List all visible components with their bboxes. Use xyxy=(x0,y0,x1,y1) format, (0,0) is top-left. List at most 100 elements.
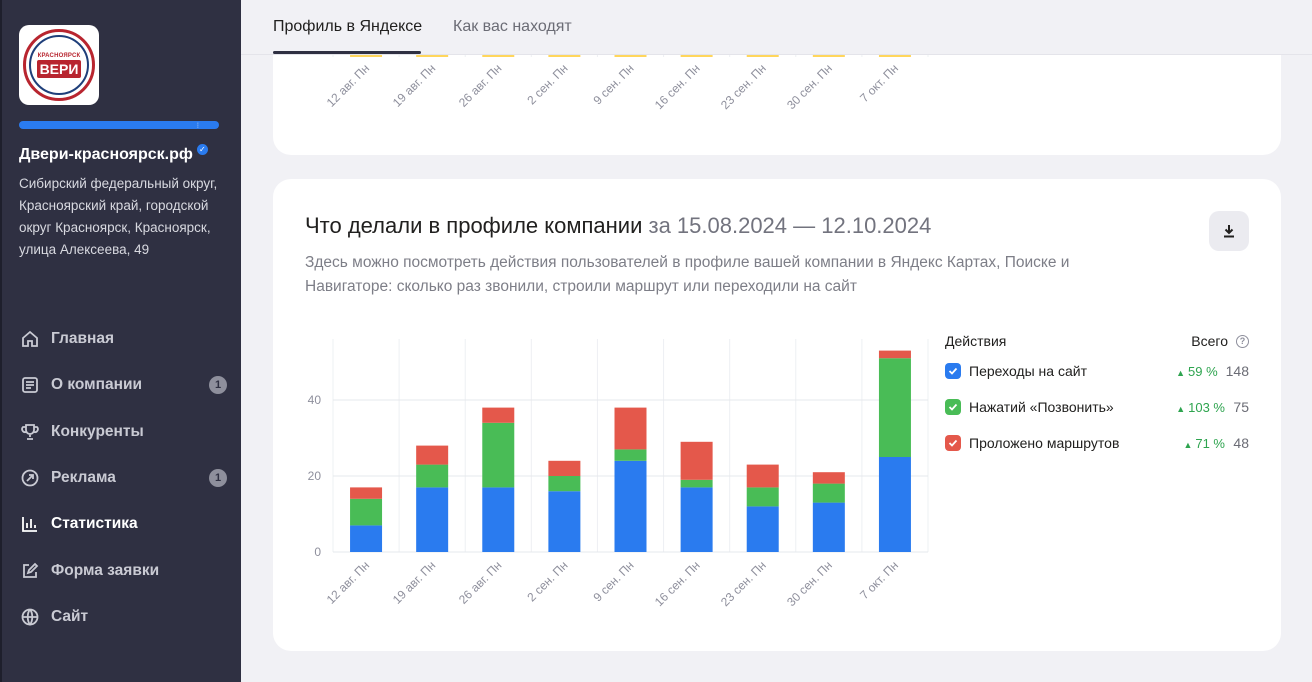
bar-segment[interactable] xyxy=(350,525,383,552)
notification-badge: 1 xyxy=(209,376,227,395)
legend-label: Переходы на сайт xyxy=(969,363,1087,379)
legend-col-total-wrap: Всего ? xyxy=(1191,333,1249,349)
bar-segment[interactable] xyxy=(482,422,515,488)
sidebar-item-request-form[interactable]: Форма заявки xyxy=(19,547,227,593)
bar-segment[interactable] xyxy=(614,460,647,552)
logo-inner-ring: КРАСНОЯРСК ВЕРИ xyxy=(29,35,89,95)
ad-arrow-icon xyxy=(19,467,41,489)
x-tick-label: 16 сен. Пн xyxy=(652,61,703,112)
trophy-icon xyxy=(19,421,41,443)
x-tick-label: 9 сен. Пн xyxy=(590,61,636,107)
bar-segment[interactable] xyxy=(812,472,845,484)
help-icon[interactable]: ? xyxy=(1236,334,1249,348)
bar-segment[interactable] xyxy=(482,407,515,423)
bar-segment[interactable] xyxy=(746,487,779,507)
sidebar-item-home[interactable]: Главная xyxy=(19,316,227,362)
bar-segment[interactable] xyxy=(746,464,779,488)
sidebar-item-ads[interactable]: Реклама 1 xyxy=(19,455,227,501)
sidebar-item-about[interactable]: О компании 1 xyxy=(19,362,227,408)
profile-progress-bar[interactable]: ⋮ xyxy=(19,121,219,129)
bar-segment[interactable] xyxy=(350,498,383,526)
bar[interactable] xyxy=(812,55,845,57)
company-address: Сибирский федеральный округ, Красноярски… xyxy=(19,176,218,257)
actions-legend: Действия Всего ? Переходы на сайт ▲ 59 % … xyxy=(945,329,1249,461)
growth-up-icon: ▲ xyxy=(1176,367,1185,378)
bar-segment[interactable] xyxy=(680,487,713,552)
growth-indicator: ▲ 71 % xyxy=(1183,436,1225,451)
previous-chart: 0 12 авг. Пн 19 авг. Пн 26 авг. Пн 2 сен. Пн… xyxy=(314,55,929,112)
document-icon xyxy=(19,374,41,396)
bar-segment[interactable] xyxy=(350,487,383,499)
bar-segment[interactable] xyxy=(812,483,845,503)
bar-segment[interactable] xyxy=(416,487,449,552)
growth-indicator: ▲ 103 % xyxy=(1176,400,1225,415)
sidebar-item-site[interactable]: Сайт xyxy=(19,594,227,640)
checkbox-checked-icon[interactable] xyxy=(945,399,961,415)
legend-header: Действия Всего ? xyxy=(945,329,1249,353)
bar-segment[interactable] xyxy=(746,506,779,552)
sidebar-item-statistics[interactable]: Статистика xyxy=(19,501,227,547)
x-tick-label: 12 авг. Пн xyxy=(324,558,372,606)
bar-segment[interactable] xyxy=(614,449,647,461)
bar[interactable] xyxy=(548,55,581,57)
legend-total: 48 xyxy=(1233,435,1249,451)
x-tick-label: 16 сен. Пн xyxy=(652,558,703,609)
y-tick-label: 20 xyxy=(308,469,322,483)
growth-indicator: ▲ 59 % xyxy=(1176,364,1218,379)
bar-segment[interactable] xyxy=(878,350,911,359)
bar-segment[interactable] xyxy=(812,502,845,552)
tab-yandex-profile[interactable]: Профиль в Яндексе xyxy=(273,18,422,36)
actions-bar-chart: 0 20 40 12 авг. Пн 19 авг. Пн 26 авг. Пн 2 сен… xyxy=(308,339,929,609)
tab-how-found[interactable]: Как вас находят xyxy=(453,18,572,36)
verified-icon: ✓ xyxy=(196,143,208,155)
bar-segment[interactable] xyxy=(548,491,581,552)
x-tick-label: 26 авг. Пн xyxy=(456,61,504,109)
bar[interactable] xyxy=(350,55,383,57)
y-tick-label: 40 xyxy=(308,393,322,407)
x-tick-label: 23 сен. Пн xyxy=(718,61,769,112)
checkbox-checked-icon[interactable] xyxy=(945,363,961,379)
sidebar-item-label: Статистика xyxy=(51,515,138,533)
sidebar-item-label: Сайт xyxy=(51,607,89,625)
bar-segment[interactable] xyxy=(878,457,911,552)
x-tick-label: 30 сен. Пн xyxy=(784,558,835,609)
bar-segment[interactable] xyxy=(680,441,713,480)
sidebar-item-label: Главная xyxy=(51,330,115,348)
x-tick-label: 19 авг. Пн xyxy=(390,61,438,109)
bar[interactable] xyxy=(482,55,515,57)
bar-segment[interactable] xyxy=(548,460,581,476)
bar-segment[interactable] xyxy=(482,487,515,552)
progress-dots-icon: ⋮ xyxy=(195,123,201,129)
legend-row-routes[interactable]: Проложено маршрутов ▲ 71 % 48 xyxy=(945,425,1249,461)
globe-icon xyxy=(19,606,41,628)
bar[interactable] xyxy=(614,55,647,57)
bar-segment[interactable] xyxy=(548,476,581,492)
tabs-bar: Профиль в Яндексе Как вас находят xyxy=(241,0,1312,54)
download-button[interactable] xyxy=(1209,211,1249,251)
sidebar-nav: Главная О компании 1 Конкуренты Реклама … xyxy=(19,316,227,640)
growth-up-icon: ▲ xyxy=(1176,403,1186,414)
sidebar-item-competitors[interactable]: Конкуренты xyxy=(19,409,227,455)
bar-segment[interactable] xyxy=(416,464,449,488)
legend-row-calls[interactable]: Нажатий «Позвонить» ▲ 103 % 75 xyxy=(945,389,1249,425)
checkbox-checked-icon[interactable] xyxy=(945,435,961,451)
bar-segment[interactable] xyxy=(416,445,449,465)
bar[interactable] xyxy=(878,55,911,57)
bar-segment[interactable] xyxy=(680,479,713,488)
company-name[interactable]: Двери-красноярск.рф ✓ xyxy=(19,143,208,164)
previous-chart-card: 0 12 авг. Пн 19 авг. Пн 26 авг. Пн 2 сен. Пн… xyxy=(273,55,1281,155)
company-logo[interactable]: КРАСНОЯРСК ВЕРИ xyxy=(19,25,99,105)
bar[interactable] xyxy=(416,55,449,57)
legend-total: 75 xyxy=(1233,399,1249,415)
bar-segment[interactable] xyxy=(878,358,911,457)
x-tick-label: 7 окт. Пн xyxy=(857,61,901,105)
x-tick-label: 30 сен. Пн xyxy=(784,61,835,112)
growth-value: 59 % xyxy=(1188,363,1218,379)
legend-row-site-visits[interactable]: Переходы на сайт ▲ 59 % 148 xyxy=(945,353,1249,389)
y-tick-label: 0 xyxy=(314,545,321,559)
bar-segment[interactable] xyxy=(614,407,647,450)
bar[interactable] xyxy=(746,55,779,57)
stats-icon xyxy=(19,513,41,535)
bar[interactable] xyxy=(680,55,713,57)
legend-col-total: Всего xyxy=(1191,333,1228,349)
